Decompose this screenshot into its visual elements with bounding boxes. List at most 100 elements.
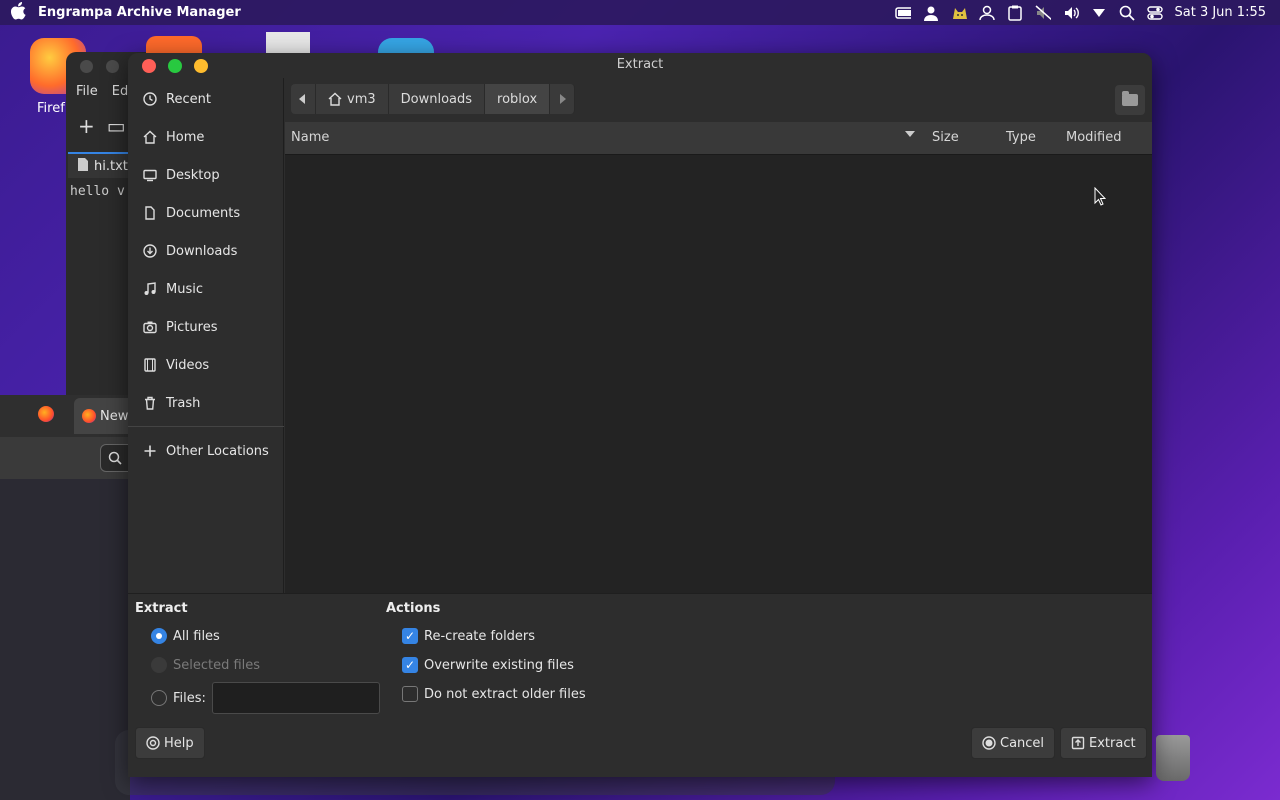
- sidebar-item-videos[interactable]: Videos: [128, 346, 284, 384]
- sidebar-item-label: Trash: [166, 395, 201, 411]
- sidebar-item-other-locations[interactable]: Other Locations: [128, 432, 284, 470]
- add-icon[interactable]: +: [78, 114, 95, 138]
- recreate-folders-label: Re-create folders: [424, 628, 536, 644]
- music-icon: [143, 282, 157, 296]
- cat-icon[interactable]: [951, 5, 967, 21]
- sidebar-item-label: Other Locations: [166, 443, 269, 459]
- path-back-button[interactable]: [291, 84, 316, 114]
- window-minimize-button[interactable]: [106, 60, 119, 73]
- checkmark-icon[interactable]: ✓: [402, 628, 418, 644]
- accounts-icon[interactable]: [978, 5, 995, 21]
- extract-dialog: Extract Recent Home Desktop Documents Do…: [128, 53, 1152, 777]
- breadcrumb: vm3 Downloads roblox: [291, 84, 576, 114]
- path-segment-home[interactable]: vm3: [316, 84, 389, 114]
- clock[interactable]: Sat 3 Jun 1:55: [1175, 5, 1267, 20]
- downloads-icon: [143, 244, 157, 258]
- column-name[interactable]: Name: [291, 130, 329, 145]
- home-icon: [328, 92, 342, 106]
- toggle-icon[interactable]: [1146, 5, 1163, 21]
- browser-search-icon[interactable]: [100, 444, 130, 472]
- browser-content: [0, 479, 130, 800]
- overwrite-existing-checkbox[interactable]: ✓ Overwrite existing files: [402, 657, 574, 673]
- dialog-titlebar[interactable]: Extract: [128, 53, 1152, 78]
- path-segment-roblox[interactable]: roblox: [485, 84, 551, 114]
- documents-icon: [143, 206, 157, 220]
- path-segment-label: roblox: [497, 91, 538, 107]
- sidebar-item-home[interactable]: Home: [128, 118, 284, 156]
- cancel-button[interactable]: Cancel: [971, 727, 1056, 759]
- cancel-label: Cancel: [1000, 735, 1045, 751]
- sort-descending-icon[interactable]: [905, 131, 915, 137]
- column-modified[interactable]: Modified: [1066, 130, 1121, 145]
- user-icon[interactable]: [923, 5, 939, 21]
- window-close-button[interactable]: [80, 60, 93, 73]
- places-sidebar: Recent Home Desktop Documents Downloads …: [128, 78, 284, 593]
- sidebar-item-downloads[interactable]: Downloads: [128, 232, 284, 270]
- sidebar-item-pictures[interactable]: Pictures: [128, 308, 284, 346]
- help-button[interactable]: Help: [135, 727, 205, 759]
- sidebar-item-label: Home: [166, 129, 205, 145]
- sidebar-item-trash[interactable]: Trash: [128, 384, 284, 422]
- selected-files-label: Selected files: [173, 657, 261, 673]
- column-type[interactable]: Type: [1006, 130, 1036, 145]
- search-icon[interactable]: [1119, 5, 1135, 21]
- battery-icon[interactable]: [894, 5, 911, 21]
- path-segment-downloads[interactable]: Downloads: [388, 84, 486, 114]
- volume-icon[interactable]: [1063, 5, 1079, 21]
- all-files-radio[interactable]: All files: [151, 628, 220, 644]
- files-pattern-input[interactable]: [212, 682, 380, 714]
- home-icon: [143, 130, 157, 144]
- sidebar-item-recent[interactable]: Recent: [128, 80, 284, 118]
- folder-icon[interactable]: ▭: [107, 114, 126, 138]
- extract-button[interactable]: Extract: [1060, 727, 1147, 759]
- sidebar-divider: [128, 426, 284, 427]
- help-label: Help: [164, 735, 194, 751]
- sidebar-item-music[interactable]: Music: [128, 270, 284, 308]
- trash-dock-icon[interactable]: [1156, 735, 1190, 781]
- firefox-icon[interactable]: [38, 406, 54, 422]
- do-not-extract-older-checkbox[interactable]: Do not extract older files: [402, 686, 586, 702]
- apple-menu-icon[interactable]: [0, 1, 38, 24]
- files-pattern-radio[interactable]: Files:: [151, 690, 206, 706]
- file-icon: [78, 157, 88, 175]
- browser-tab-label: New: [100, 408, 129, 424]
- extract-icon: [1071, 736, 1085, 750]
- column-size[interactable]: Size: [932, 130, 959, 145]
- chevron-down-icon[interactable]: [1091, 5, 1107, 21]
- radio-indicator[interactable]: [151, 690, 167, 706]
- trash-icon: [143, 396, 157, 410]
- file-list[interactable]: [285, 155, 1152, 593]
- mute-icon[interactable]: [1035, 4, 1051, 21]
- help-icon: [146, 736, 160, 750]
- recreate-folders-checkbox[interactable]: ✓ Re-create folders: [402, 628, 535, 644]
- checkmark-icon[interactable]: ✓: [402, 657, 418, 673]
- checkbox-indicator[interactable]: [402, 686, 418, 702]
- menu-file[interactable]: File: [76, 84, 98, 99]
- sidebar-item-documents[interactable]: Documents: [128, 194, 284, 232]
- sidebar-item-label: Documents: [166, 205, 241, 221]
- dialog-title: Extract: [616, 57, 664, 72]
- extract-options-panel: Extract All files Selected files Files: …: [128, 593, 1152, 777]
- sidebar-item-label: Videos: [166, 357, 210, 373]
- radio-indicator[interactable]: [151, 628, 167, 644]
- new-folder-button[interactable]: [1115, 85, 1145, 115]
- all-files-label: All files: [173, 628, 220, 644]
- extract-section-title: Extract: [135, 601, 188, 616]
- path-segment-label: vm3: [347, 91, 376, 107]
- menu-edit[interactable]: Ed: [112, 84, 128, 99]
- app-title[interactable]: Engrampa Archive Manager: [38, 5, 241, 20]
- background-toolbar: + ▭: [78, 114, 126, 138]
- file-chooser-content: vm3 Downloads roblox Name Size Type Modi…: [285, 78, 1152, 593]
- sidebar-item-label: Music: [166, 281, 203, 297]
- browser-tab[interactable]: New: [74, 398, 130, 434]
- clipboard-icon[interactable]: [1007, 5, 1023, 21]
- background-menubar: File Ed: [76, 84, 128, 99]
- path-forward-button[interactable]: [550, 84, 576, 114]
- overwrite-existing-label: Overwrite existing files: [424, 657, 574, 673]
- firefox-desktop-label: Firef: [37, 101, 65, 116]
- sidebar-item-desktop[interactable]: Desktop: [128, 156, 284, 194]
- system-tray: Sat 3 Jun 1:55: [894, 0, 1280, 25]
- file-text-content: hello v: [70, 184, 125, 199]
- selected-files-radio: Selected files: [151, 657, 260, 673]
- film-icon: [143, 358, 157, 372]
